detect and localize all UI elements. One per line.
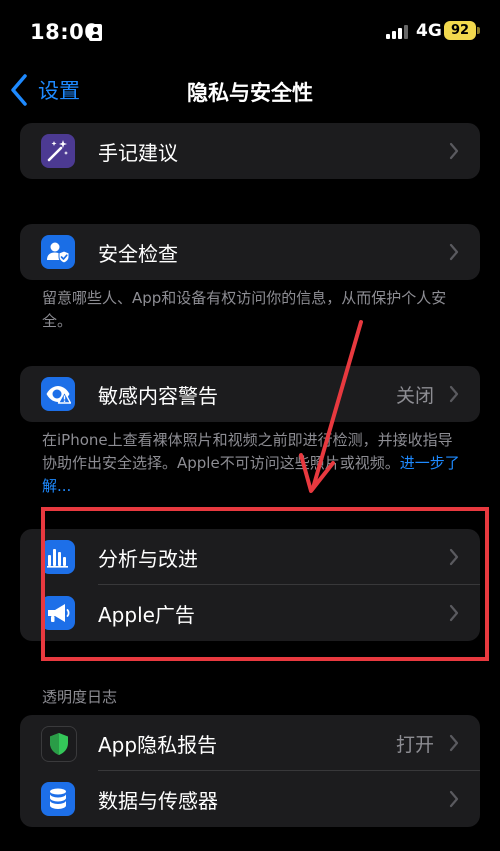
transparency-log-group: App隐私报告 打开 数据与传感器 xyxy=(20,715,480,827)
journaling-suggestions-row[interactable]: 手记建议 xyxy=(20,123,480,179)
page-title: 隐私与安全性 xyxy=(187,81,313,105)
safety-check-row[interactable]: 安全检查 xyxy=(20,224,480,280)
battery-icon: 92 xyxy=(444,21,480,40)
app-privacy-report-value: 打开 xyxy=(395,733,434,756)
status-bar: 18:00 4G 92 xyxy=(0,0,500,60)
navigation-bar: 设置 隐私与安全性 xyxy=(0,62,500,118)
sensitive-content-footer: 在iPhone上查看裸体照片和视频之前即进行检测，并接收指导协助作出安全选择。A… xyxy=(42,429,462,498)
chevron-right-icon xyxy=(449,385,459,403)
chevron-right-icon xyxy=(449,142,459,160)
journaling-suggestions-label: 手记建议 xyxy=(98,140,178,165)
analytics-improvements-row[interactable]: 分析与改进 xyxy=(20,529,480,585)
bar-chart-icon xyxy=(41,540,75,574)
analytics-ads-group: 分析与改进 Apple广告 xyxy=(20,529,480,641)
analytics-improvements-label: 分析与改进 xyxy=(98,546,198,571)
transparency-log-header: 透明度日志 xyxy=(42,688,118,706)
database-icon xyxy=(41,782,75,816)
safety-check-label: 安全检查 xyxy=(98,241,178,266)
sensitive-content-warning-value: 关闭 xyxy=(395,384,434,407)
app-privacy-report-row[interactable]: App隐私报告 打开 xyxy=(20,715,480,771)
apple-ads-row[interactable]: Apple广告 xyxy=(20,585,480,641)
magic-wand-icon xyxy=(41,134,75,168)
sensitive-content-group: 敏感内容警告 关闭 xyxy=(20,366,480,422)
sensitive-content-warning-row[interactable]: 敏感内容警告 关闭 xyxy=(20,366,480,422)
safety-check-footer: 留意哪些人、App和设备有权访问你的信息，从而保护个人安全。 xyxy=(42,289,447,330)
chevron-right-icon xyxy=(449,548,459,566)
app-privacy-report-label: App隐私报告 xyxy=(98,732,218,757)
apple-ads-label: Apple广告 xyxy=(98,602,195,627)
chevron-right-icon xyxy=(449,790,459,808)
chevron-right-icon xyxy=(449,243,459,261)
chevron-right-icon xyxy=(449,604,459,622)
shield-icon xyxy=(41,726,77,762)
data-sensors-row[interactable]: 数据与传感器 xyxy=(20,771,480,827)
chevron-right-icon xyxy=(449,734,459,752)
id-card-icon xyxy=(89,24,102,41)
journaling-group: 手记建议 xyxy=(20,123,480,179)
person-shield-icon xyxy=(41,235,75,269)
sensitive-content-footer-text: 在iPhone上查看裸体照片和视频之前即进行检测，并接收指导协助作出安全选择。A… xyxy=(42,431,453,472)
sensitive-content-warning-label: 敏感内容警告 xyxy=(98,383,218,408)
data-sensors-label: 数据与传感器 xyxy=(98,788,218,813)
cellular-signal-icon xyxy=(386,23,412,39)
network-type: 4G xyxy=(416,21,442,41)
eye-warning-icon xyxy=(41,377,75,411)
megaphone-icon xyxy=(41,596,75,630)
safety-check-group: 安全检查 xyxy=(20,224,480,280)
